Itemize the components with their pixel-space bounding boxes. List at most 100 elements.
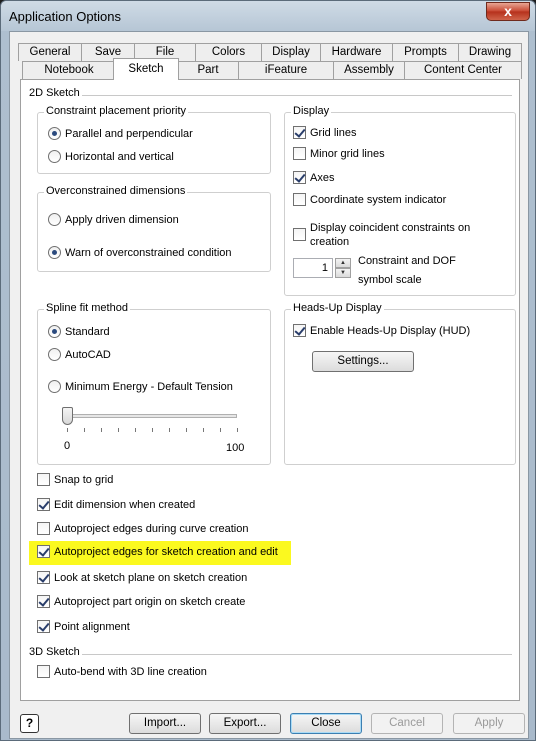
checkbox[interactable]	[37, 665, 50, 678]
tab-part[interactable]: Part	[177, 61, 239, 79]
radio-label: AutoCAD	[65, 349, 111, 361]
close-window-button[interactable]: x	[486, 2, 530, 21]
coincident-constraints-checkbox[interactable]: Display coincident constraints on creati…	[293, 221, 470, 249]
checkbox-label: Minor grid lines	[310, 148, 385, 160]
section-divider	[82, 95, 512, 96]
coordinate-indicator-checkbox[interactable]: Coordinate system indicator	[293, 193, 446, 207]
checkbox[interactable]	[293, 126, 306, 139]
hud-title: Heads-Up Display	[291, 302, 384, 314]
symbol-scale-input[interactable]: 1	[293, 258, 333, 278]
checkbox[interactable]	[37, 620, 50, 633]
section-2d-sketch-label: 2D Sketch	[29, 87, 80, 99]
coincident-line-2: creation	[310, 236, 350, 248]
checkbox[interactable]	[293, 228, 306, 241]
tension-slider-track[interactable]	[67, 414, 237, 418]
tab-sketch[interactable]: Sketch	[113, 58, 179, 80]
radio-button[interactable]	[48, 150, 61, 163]
overconstrained-title: Overconstrained dimensions	[44, 185, 188, 197]
checkbox-label: Autoproject edges for sketch creation an…	[54, 546, 278, 558]
radio-button[interactable]	[48, 127, 61, 140]
radio-label: Apply driven dimension	[65, 214, 179, 226]
autoproject-curve-checkbox[interactable]: Autoproject edges during curve creation	[37, 522, 248, 536]
section-3d-sketch-label: 3D Sketch	[29, 646, 80, 658]
checkbox-label: Edit dimension when created	[54, 499, 196, 511]
section-divider	[82, 654, 512, 655]
checkbox[interactable]	[293, 147, 306, 160]
radio-minimum-energy[interactable]: Minimum Energy - Default Tension	[48, 380, 233, 394]
edit-dimension-checkbox[interactable]: Edit dimension when created	[37, 498, 195, 512]
import-button[interactable]: Import...	[129, 713, 201, 734]
radio-apply-driven[interactable]: Apply driven dimension	[48, 213, 179, 227]
tab-drawing[interactable]: Drawing	[458, 43, 522, 61]
radio-label: Minimum Energy - Default Tension	[65, 381, 233, 393]
display-title: Display	[291, 105, 332, 117]
tab-colors[interactable]: Colors	[195, 43, 262, 61]
radio-parallel-perpendicular[interactable]: Parallel and perpendicular	[48, 127, 193, 141]
hud-settings-button[interactable]: Settings...	[312, 351, 414, 372]
point-alignment-checkbox[interactable]: Point alignment	[37, 620, 130, 634]
checkbox[interactable]	[37, 595, 50, 608]
title-bar[interactable]: Application Options x	[1, 1, 535, 31]
radio-warn-overconstrained[interactable]: Warn of overconstrained condition	[48, 246, 232, 260]
checkbox[interactable]	[293, 171, 306, 184]
spin-down-icon[interactable]: ▼	[335, 268, 351, 278]
spline-fit-title: Spline fit method	[44, 302, 130, 314]
auto-bend-checkbox[interactable]: Auto-bend with 3D line creation	[37, 665, 207, 679]
autoproject-origin-checkbox[interactable]: Autoproject part origin on sketch create	[37, 595, 245, 609]
minor-grid-lines-checkbox[interactable]: Minor grid lines	[293, 147, 385, 161]
enable-hud-checkbox[interactable]: Enable Heads-Up Display (HUD)	[293, 324, 470, 338]
checkbox-label: Autoproject edges during curve creation	[54, 523, 249, 535]
radio-button[interactable]	[48, 246, 61, 259]
checkbox-label: Point alignment	[54, 621, 130, 633]
cancel-button[interactable]: Cancel	[371, 713, 443, 734]
checkbox[interactable]	[37, 571, 50, 584]
autoproject-sketch-checkbox[interactable]: Autoproject edges for sketch creation an…	[37, 545, 278, 559]
radio-button[interactable]	[48, 213, 61, 226]
checkbox[interactable]	[37, 522, 50, 535]
checkbox-label: Snap to grid	[54, 474, 114, 486]
slider-tick	[203, 428, 204, 432]
grid-lines-checkbox[interactable]: Grid lines	[293, 126, 356, 140]
radio-autocad[interactable]: AutoCAD	[48, 348, 111, 362]
spin-up-icon[interactable]: ▲	[335, 258, 351, 268]
tab-content-center[interactable]: Content Center	[404, 61, 522, 79]
tab-prompts[interactable]: Prompts	[392, 43, 459, 61]
checkbox[interactable]	[293, 193, 306, 206]
apply-button[interactable]: Apply	[453, 713, 525, 734]
radio-button[interactable]	[48, 348, 61, 361]
radio-label: Horizontal and vertical	[65, 151, 174, 163]
export-button[interactable]: Export...	[209, 713, 281, 734]
radio-button[interactable]	[48, 325, 61, 338]
tension-slider-thumb[interactable]	[62, 407, 73, 425]
checkbox[interactable]	[293, 324, 306, 337]
tab-ifeature[interactable]: iFeature	[238, 61, 334, 79]
look-at-plane-checkbox[interactable]: Look at sketch plane on sketch creation	[37, 571, 247, 585]
checkbox-label: Coordinate system indicator	[310, 194, 447, 206]
radio-horizontal-vertical[interactable]: Horizontal and vertical	[48, 150, 174, 164]
help-icon[interactable]: ?	[20, 714, 39, 733]
slider-tick	[101, 428, 102, 432]
tab-notebook[interactable]: Notebook	[22, 61, 116, 79]
constraint-priority-title: Constraint placement priority	[44, 105, 189, 117]
axes-checkbox[interactable]: Axes	[293, 171, 334, 185]
tab-assembly[interactable]: Assembly	[333, 61, 405, 79]
slider-tick	[84, 428, 85, 432]
checkbox[interactable]	[37, 498, 50, 511]
radio-button[interactable]	[48, 380, 61, 393]
checkbox-label: Grid lines	[310, 127, 357, 139]
snap-to-grid-checkbox[interactable]: Snap to grid	[37, 473, 113, 487]
radio-standard[interactable]: Standard	[48, 325, 110, 339]
slider-tick	[152, 428, 153, 432]
tab-general[interactable]: General	[18, 43, 82, 61]
close-button[interactable]: Close	[290, 713, 362, 734]
checkbox[interactable]	[37, 473, 50, 486]
checkbox[interactable]	[37, 545, 50, 558]
slider-max-label: 100	[226, 442, 245, 454]
radio-label: Standard	[65, 326, 110, 338]
tab-hardware[interactable]: Hardware	[320, 43, 393, 61]
symbol-scale-line-2: symbol scale	[358, 274, 422, 286]
window-title: Application Options	[9, 9, 122, 24]
slider-tick	[237, 428, 238, 432]
tab-display[interactable]: Display	[261, 43, 321, 61]
radio-label: Warn of overconstrained condition	[65, 247, 232, 259]
